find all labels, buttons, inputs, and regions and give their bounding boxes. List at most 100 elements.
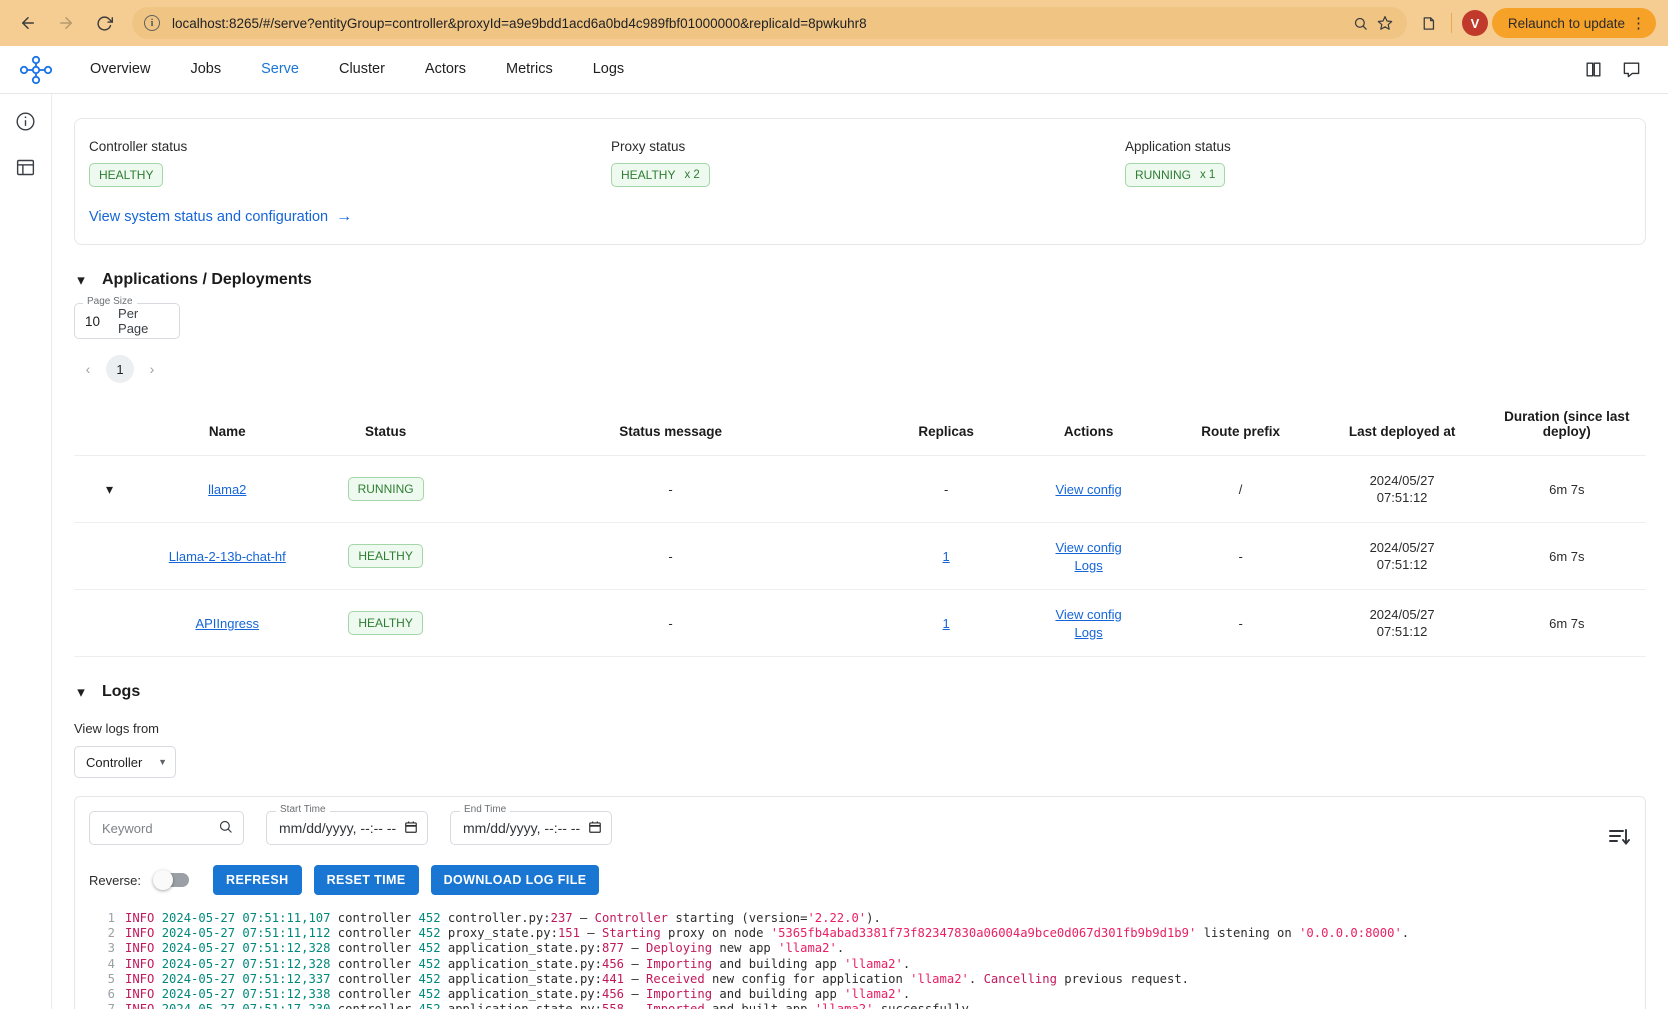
deployment-link[interactable]: APIIngress bbox=[195, 616, 259, 631]
site-info-icon[interactable]: i bbox=[144, 15, 160, 31]
start-time-field[interactable]: Start Time mm/dd/yyyy, --:-- -- bbox=[266, 804, 428, 845]
chevron-down-icon[interactable]: ▾ bbox=[74, 271, 88, 289]
row-status-message-cell: - bbox=[461, 589, 880, 657]
row-actions-cell: View config bbox=[1012, 455, 1165, 523]
nav-item-metrics[interactable]: Metrics bbox=[486, 46, 573, 93]
app-navbar: Overview Jobs Serve Cluster Actors Metri… bbox=[0, 46, 1668, 94]
log-source-select[interactable]: Controller ▼ bbox=[74, 746, 176, 778]
nav-item-jobs[interactable]: Jobs bbox=[170, 46, 241, 93]
search-icon[interactable] bbox=[218, 819, 233, 837]
row-last-deployed-cell: 2024/05/27 07:51:12 bbox=[1316, 589, 1488, 657]
view-system-status-link[interactable]: View system status and configuration → bbox=[89, 209, 352, 226]
status-badge: HEALTHY bbox=[348, 544, 423, 568]
row-name-cell: Llama-2-13b-chat-hf bbox=[144, 522, 310, 590]
deployment-link[interactable]: Llama-2-13b-chat-hf bbox=[169, 549, 286, 564]
row-route-prefix-cell: - bbox=[1164, 522, 1317, 590]
controller-status-value: HEALTHY bbox=[99, 168, 154, 182]
th-status: Status bbox=[309, 401, 462, 456]
logs-link[interactable]: Logs bbox=[1075, 625, 1103, 640]
book-icon[interactable] bbox=[1574, 51, 1612, 89]
page-size-value[interactable]: 10 bbox=[85, 314, 100, 329]
end-time-field[interactable]: End Time mm/dd/yyyy, --:-- -- bbox=[450, 804, 612, 845]
replicas-link[interactable]: 1 bbox=[942, 616, 949, 631]
deployed-time: 07:51:12 bbox=[1376, 624, 1428, 639]
applications-table-body: ▾ llama2 RUNNING - - View config / 2024/… bbox=[74, 455, 1646, 657]
nav-item-serve[interactable]: Serve bbox=[241, 46, 319, 93]
table-icon[interactable] bbox=[11, 152, 41, 182]
refresh-button[interactable]: REFRESH bbox=[213, 865, 302, 895]
calendar-icon[interactable] bbox=[588, 820, 602, 837]
profile-avatar[interactable]: V bbox=[1461, 10, 1488, 36]
reload-button[interactable] bbox=[88, 7, 120, 39]
address-bar[interactable]: i localhost:8265/#/serve?entityGroup=con… bbox=[132, 7, 1407, 39]
deployed-date: 2024/05/27 bbox=[1369, 607, 1435, 622]
deployed-time: 07:51:12 bbox=[1376, 490, 1428, 505]
sort-icon[interactable] bbox=[1607, 825, 1631, 849]
status-columns: Controller status HEALTHY Proxy status H… bbox=[89, 139, 1631, 187]
deployed-date: 2024/05/27 bbox=[1369, 540, 1435, 555]
extensions-icon[interactable] bbox=[1417, 11, 1441, 35]
row-replicas-cell: 1 bbox=[879, 522, 1013, 590]
reverse-toggle[interactable] bbox=[153, 870, 190, 890]
nav-item-actors[interactable]: Actors bbox=[405, 46, 486, 93]
chevron-down-icon[interactable]: ▾ bbox=[74, 683, 88, 701]
bookmark-star-icon[interactable] bbox=[1373, 11, 1397, 35]
row-expand-cell[interactable]: ▾ bbox=[74, 455, 145, 523]
view-config-link[interactable]: View config bbox=[1055, 607, 1121, 622]
log-line-text: INFO 2024-05-27 07:51:12,328 controller … bbox=[125, 956, 911, 971]
nav-item-overview[interactable]: Overview bbox=[70, 46, 170, 93]
feedback-icon[interactable] bbox=[1612, 51, 1650, 89]
page-size-control[interactable]: Page Size 10 Per Page bbox=[74, 296, 180, 339]
back-button[interactable] bbox=[12, 7, 44, 39]
application-link[interactable]: llama2 bbox=[208, 482, 246, 497]
log-line-number: 3 bbox=[107, 941, 115, 956]
keyword-search-input[interactable]: Keyword bbox=[89, 811, 244, 845]
logs-section-title: Logs bbox=[102, 683, 141, 700]
table-row: APIIngress HEALTHY - 1 View config Logs … bbox=[74, 589, 1646, 657]
proxy-status-value: HEALTHY bbox=[620, 168, 676, 182]
row-name-cell: APIIngress bbox=[144, 589, 310, 657]
start-time-value: mm/dd/yyyy, --:-- -- bbox=[279, 820, 397, 836]
pagination-page-1[interactable]: 1 bbox=[106, 355, 134, 383]
log-line: 5 INFO 2024-05-27 07:51:12,337 controller… bbox=[89, 972, 1631, 987]
reset-time-button[interactable]: RESET TIME bbox=[313, 865, 419, 895]
view-config-link[interactable]: View config bbox=[1055, 540, 1121, 555]
relaunch-to-update-button[interactable]: Relaunch to update ⋮ bbox=[1491, 8, 1656, 38]
actions-stack: View config bbox=[1017, 482, 1161, 497]
applications-section-header[interactable]: ▾ Applications / Deployments bbox=[74, 271, 1668, 289]
forward-button[interactable] bbox=[50, 7, 82, 39]
logs-link[interactable]: Logs bbox=[1075, 558, 1103, 573]
controller-status-column: Controller status HEALTHY bbox=[89, 139, 603, 187]
log-viewer-panel: Keyword Start Time mm/dd/yyyy, --:-- -- bbox=[74, 796, 1646, 1009]
info-icon[interactable] bbox=[11, 106, 41, 136]
pagination-prev-button[interactable]: ‹ bbox=[74, 355, 102, 383]
nav-item-cluster[interactable]: Cluster bbox=[319, 46, 405, 93]
replicas-link[interactable]: 1 bbox=[942, 549, 949, 564]
kebab-menu-icon[interactable]: ⋮ bbox=[1627, 16, 1650, 31]
th-duration: Duration (since last deploy) bbox=[1487, 401, 1646, 456]
nav-item-logs[interactable]: Logs bbox=[573, 46, 644, 93]
zoom-icon[interactable] bbox=[1349, 11, 1373, 35]
proxy-status-badge: HEALTHY x 2 bbox=[610, 163, 710, 187]
logs-section-header[interactable]: ▾ Logs bbox=[74, 683, 1668, 701]
end-time-legend: End Time bbox=[460, 804, 511, 815]
page-size-box[interactable]: 10 Per Page bbox=[74, 303, 180, 339]
chevron-down-icon[interactable]: ▾ bbox=[106, 481, 113, 497]
row-duration-cell: 6m 7s bbox=[1487, 589, 1646, 657]
chrome-divider bbox=[1450, 13, 1452, 33]
row-expand-cell bbox=[74, 522, 145, 590]
start-time-input[interactable]: mm/dd/yyyy, --:-- -- bbox=[266, 811, 428, 845]
log-line-number: 5 bbox=[107, 971, 115, 986]
row-expand-cell bbox=[74, 589, 145, 657]
ray-logo-icon[interactable] bbox=[18, 55, 54, 85]
pagination-next-button[interactable]: › bbox=[138, 355, 166, 383]
calendar-icon[interactable] bbox=[404, 820, 418, 837]
log-output[interactable]: 1 INFO 2024-05-27 07:51:11,107 controller… bbox=[89, 911, 1631, 1009]
log-line: 3 INFO 2024-05-27 07:51:12,328 controller… bbox=[89, 941, 1631, 956]
download-log-file-button[interactable]: DOWNLOAD LOG FILE bbox=[430, 865, 600, 895]
th-route-prefix: Route prefix bbox=[1164, 401, 1317, 456]
end-time-input[interactable]: mm/dd/yyyy, --:-- -- bbox=[450, 811, 612, 845]
view-config-link[interactable]: View config bbox=[1055, 482, 1121, 497]
applications-section-title: Applications / Deployments bbox=[102, 271, 312, 288]
log-line-text: INFO 2024-05-27 07:51:12,337 controller … bbox=[125, 971, 1190, 986]
